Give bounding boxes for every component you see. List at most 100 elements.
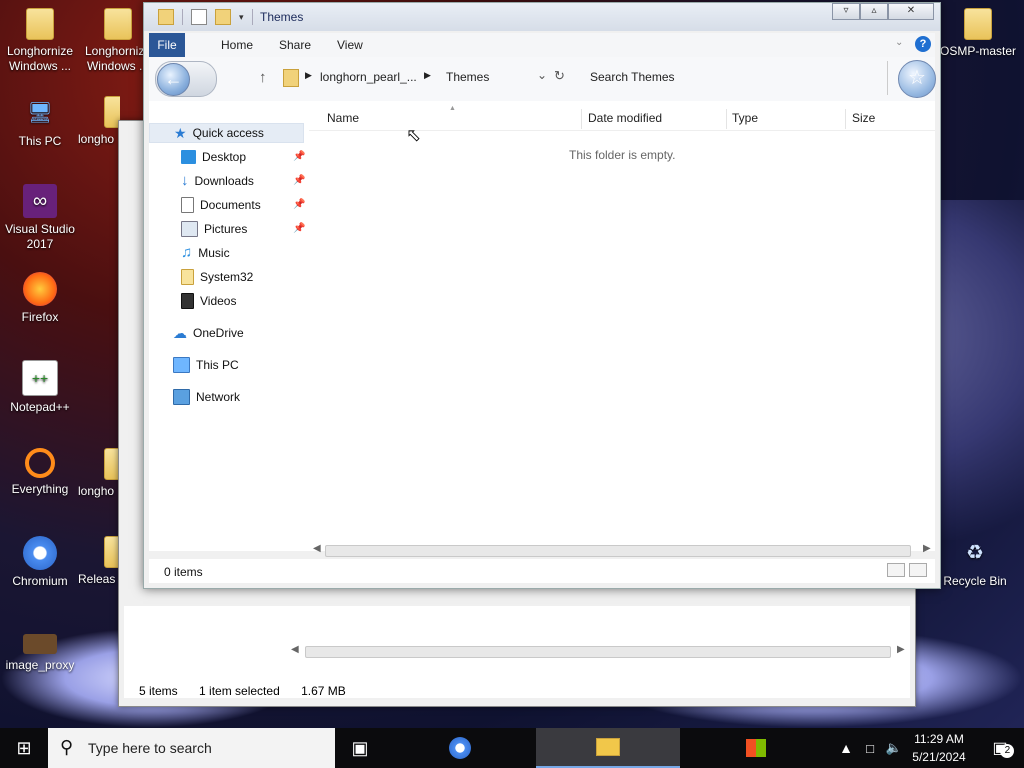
- store-icon: [746, 739, 766, 757]
- scroll-track[interactable]: [325, 545, 911, 557]
- customize-toolbar-icon[interactable]: ▾: [239, 12, 244, 23]
- scroll-right-icon[interactable]: ▶: [923, 543, 931, 554]
- maximize-button[interactable]: ▵: [860, 3, 888, 20]
- store-taskbar-icon[interactable]: [732, 728, 780, 768]
- new-folder-icon[interactable]: [215, 9, 231, 25]
- recycle-bin-icon: ♻: [966, 541, 984, 564]
- pin-icon[interactable]: 📌: [293, 151, 305, 162]
- network-icon: [173, 389, 190, 405]
- column-divider[interactable]: [845, 109, 846, 129]
- nav-network[interactable]: Network: [173, 387, 240, 407]
- back-forward-buttons[interactable]: ←: [155, 61, 217, 97]
- nav-system32[interactable]: System32: [181, 267, 253, 287]
- computer-icon: [173, 357, 190, 373]
- clock[interactable]: 11:29 AM 5/21/2024: [908, 730, 970, 766]
- nav-this-pc[interactable]: This PC: [173, 355, 239, 375]
- windows-start-icon[interactable]: ⊞: [0, 728, 48, 768]
- close-button[interactable]: ✕: [888, 3, 934, 20]
- desktop-icon-release[interactable]: Releas: [78, 536, 120, 587]
- column-size[interactable]: Size: [852, 111, 875, 125]
- pin-icon[interactable]: 📌: [293, 199, 305, 210]
- expand-ribbon-icon[interactable]: ⌄: [895, 37, 903, 48]
- pin-icon[interactable]: 📌: [293, 223, 305, 234]
- refresh-icon[interactable]: ↻: [554, 68, 565, 84]
- properties-icon[interactable]: [191, 9, 207, 25]
- desktop-icon-visual-studio[interactable]: ∞ Visual Studio 2017: [0, 184, 80, 252]
- taskbar-search-box[interactable]: ⚲ Type here to search: [48, 728, 335, 768]
- breadcrumb-longhorn-pearl[interactable]: longhorn_pearl_...: [320, 70, 417, 84]
- chromium-taskbar-icon[interactable]: [436, 728, 484, 768]
- empty-folder-message: This folder is empty.: [569, 148, 676, 162]
- search-icon: ⚲: [60, 737, 74, 757]
- file-explorer-taskbar-icon[interactable]: [536, 728, 680, 768]
- nav-documents[interactable]: Documents: [181, 195, 261, 215]
- explorer-window[interactable]: ▾ Themes ▿ ▵ ✕ File Home Share View ⌄ ? …: [143, 2, 941, 589]
- desktop-icon-notepadpp[interactable]: ++ Notepad++: [0, 360, 80, 415]
- desktop-icon-longhornize-1[interactable]: Longhornize Windows ...: [0, 8, 80, 74]
- archive-icon: [23, 634, 57, 654]
- show-hidden-icons[interactable]: ▲: [834, 728, 858, 768]
- file-list-pane[interactable]: ▲ Name Date modified Type Size This fold…: [309, 101, 935, 551]
- tab-view[interactable]: View: [325, 33, 375, 57]
- nav-pictures[interactable]: Pictures: [181, 219, 247, 239]
- background-horizontal-scrollbar[interactable]: ◀ ▶: [291, 644, 911, 658]
- volume-muted-icon[interactable]: 🔈: [882, 728, 906, 768]
- desktop-icon-recycle-bin[interactable]: ♻ Recycle Bin: [935, 536, 1015, 589]
- download-icon: ↓: [181, 172, 189, 189]
- column-divider[interactable]: [581, 109, 582, 129]
- desktop-icon-longho-2[interactable]: longho: [78, 448, 120, 499]
- desktop-icon-chromium[interactable]: Chromium: [0, 536, 80, 589]
- scroll-left-icon[interactable]: ◀: [291, 644, 299, 655]
- folder-icon: [964, 8, 992, 40]
- desktop-icon-osmp-master[interactable]: OSMP-master: [935, 8, 1021, 59]
- scroll-left-icon[interactable]: ◀: [313, 543, 321, 554]
- nav-downloads[interactable]: ↓ Downloads: [181, 171, 254, 191]
- quick-access-toolbar: ▾: [158, 9, 253, 25]
- help-icon[interactable]: ?: [915, 36, 931, 52]
- breadcrumb-themes[interactable]: Themes: [446, 70, 489, 84]
- task-view-icon[interactable]: ▣: [336, 728, 384, 768]
- desktop-icon-firefox[interactable]: Firefox: [0, 272, 80, 325]
- nav-onedrive[interactable]: ☁ OneDrive: [173, 323, 244, 343]
- column-divider[interactable]: [726, 109, 727, 129]
- column-date-modified[interactable]: Date modified: [588, 111, 662, 125]
- window-title: Themes: [260, 10, 304, 24]
- column-name[interactable]: Name: [327, 111, 359, 125]
- up-arrow-icon[interactable]: ↑: [259, 69, 267, 86]
- tab-file[interactable]: File: [149, 33, 185, 57]
- favorites-star-icon[interactable]: ☆: [898, 60, 936, 98]
- videos-icon: [181, 293, 194, 309]
- network-tray-icon[interactable]: □: [858, 728, 882, 768]
- desktop-icon-everything[interactable]: Everything: [0, 448, 80, 497]
- tab-share[interactable]: Share: [267, 33, 323, 57]
- title-bar[interactable]: ▾ Themes ▿ ▵ ✕: [144, 3, 940, 31]
- search-box[interactable]: Search Themes: [590, 70, 675, 84]
- cloud-icon: ☁: [173, 325, 187, 341]
- large-icons-view-icon[interactable]: [909, 563, 927, 577]
- column-type[interactable]: Type: [732, 111, 758, 125]
- nav-videos[interactable]: Videos: [181, 291, 236, 311]
- breadcrumb-chevron-icon[interactable]: ▶: [424, 70, 431, 81]
- nav-music[interactable]: ♫ Music: [181, 243, 230, 263]
- view-buttons[interactable]: [887, 563, 927, 577]
- minimize-button[interactable]: ▿: [832, 3, 860, 20]
- notification-count-badge: 2: [1000, 744, 1015, 758]
- notification-center-icon[interactable]: ▣2: [976, 728, 1024, 768]
- desktop-icon-image-proxy[interactable]: image_proxy: [0, 626, 80, 673]
- desktop-icon-longho-1[interactable]: longho: [78, 96, 120, 147]
- horizontal-scrollbar[interactable]: ◀ ▶: [311, 543, 931, 557]
- breadcrumb-chevron-icon[interactable]: ▶: [305, 70, 312, 81]
- folder-icon: [181, 269, 194, 285]
- details-view-icon[interactable]: [887, 563, 905, 577]
- window-controls: ▿ ▵ ✕: [832, 3, 934, 20]
- address-dropdown-icon[interactable]: ⌄: [537, 68, 547, 82]
- notepadpp-icon: ++: [22, 360, 58, 396]
- tab-home[interactable]: Home: [209, 33, 265, 57]
- nav-desktop[interactable]: Desktop: [181, 147, 246, 167]
- desktop-icon-this-pc[interactable]: 🖥 This PC: [0, 96, 80, 149]
- mouse-cursor-icon: ⬁: [406, 125, 422, 145]
- pin-icon[interactable]: 📌: [293, 175, 305, 186]
- scroll-track[interactable]: [305, 646, 891, 658]
- nav-quick-access[interactable]: ★ Quick access: [149, 123, 304, 143]
- back-arrow-icon[interactable]: ←: [157, 63, 190, 96]
